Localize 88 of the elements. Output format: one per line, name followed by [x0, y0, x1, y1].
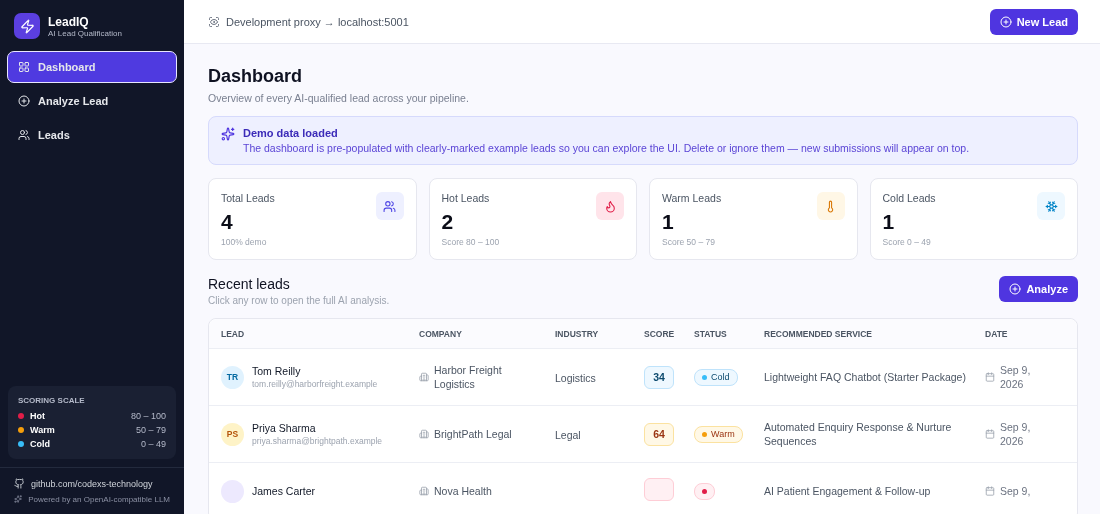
lead-name: Tom Reilly [252, 365, 302, 377]
page-title: Dashboard [208, 66, 304, 87]
lead-email: priya.sharma@brightpath.example [252, 436, 383, 446]
plus-circle-icon [1009, 283, 1022, 295]
new-lead-button[interactable]: New Lead [989, 8, 1078, 35]
service-cell-text: Automated Enquiry Response & Nurture Sequences [764, 420, 953, 448]
github-icon [14, 478, 25, 489]
scale-range: 50 – 79 [135, 425, 166, 435]
score-badge: 64 [644, 422, 674, 446]
stat-value: 1 [662, 210, 675, 234]
lead-name: James Carter [252, 485, 315, 497]
analyze-button[interactable]: Analyze [999, 276, 1078, 302]
users-icon [375, 192, 404, 220]
date-cell-text: Sep 9, [1000, 484, 1032, 498]
stat-value: 1 [882, 210, 896, 234]
plus-circle-icon [999, 15, 1012, 28]
scale-label: Cold [30, 439, 51, 449]
github-link[interactable]: github.com/codexs-technology [31, 478, 153, 489]
nav-item[interactable]: Leads [7, 119, 177, 151]
date-cell-text: Sep 9, 2026 [1000, 363, 1032, 391]
scale-range: 0 – 49 [140, 439, 166, 449]
column-header: INDUSTRY [555, 328, 600, 339]
proxy-label: Development proxy → localhost:5001 [226, 15, 409, 28]
industry-cell: Logistics [555, 372, 596, 384]
lead-name: Priya Sharma [252, 422, 317, 434]
nav-item[interactable]: Analyze Lead [7, 85, 177, 117]
nav-item[interactable]: Dashboard [7, 51, 177, 83]
service-cell: Lightweight FAQ Chatbot (Starter Package) [764, 370, 966, 384]
stat-label: Total Leads [221, 192, 275, 204]
brand-name: LeadIQ [48, 14, 89, 29]
section-title: Recent leads [208, 276, 291, 292]
lead-email: tom.reilly@harborfreight.example [252, 379, 378, 389]
brand-tagline: AI Lead Qualification [48, 28, 122, 38]
column-header: RECOMMENDED SERVICE [764, 328, 873, 339]
sparkle-icon [221, 127, 235, 141]
section-subtitle: Click any row to open the full AI analysis. [208, 295, 390, 306]
sparkle-icon [14, 494, 23, 504]
lead-row[interactable]: TR Tom Reilly tom.reilly@harborfreight.example Harbor Freight Logistics Logistics 34 Cold Lightweight FAQ Chatbot (Starter Package) Sep 9, 2026 [209, 349, 1077, 406]
stat-note: Score 0 – 49 [882, 237, 932, 247]
avatar: PS [221, 422, 244, 446]
lead-row[interactable]: PS Priya Sharma priya.sharma@brightpath.example BrightPath Legal Legal 64 Warm Automated Enquiry Response & Nurture Sequences Sep 9, 2026 [209, 406, 1077, 463]
flame-icon [596, 192, 624, 220]
calendar-icon [985, 429, 995, 439]
column-header: DATE [985, 328, 1009, 339]
date-cell-text: Sep 9, 2026 [1000, 420, 1032, 448]
column-header: LEAD [221, 328, 246, 339]
column-header: STATUS [694, 328, 728, 339]
scale-label: Hot [30, 411, 46, 421]
scale-label: Warm [30, 425, 56, 435]
bolt-logo-icon [14, 13, 40, 39]
page-subtitle: Overview of every AI-qualified lead across your pipeline. [208, 92, 470, 104]
column-header: COMPANY [419, 328, 463, 339]
stat-value: 4 [221, 210, 234, 234]
stat-note: Score 80 – 100 [441, 237, 500, 247]
company-cell-text: Harbor Freight Logistics [434, 363, 503, 391]
stat-note: 100% demo [221, 237, 268, 247]
notice-text: The dashboard is pre-populated with clearly-marked example leads so you can explore the UI. Delete or ignore them — new submissions will appear on top. [243, 142, 970, 154]
plus-circle-icon [18, 95, 30, 107]
company-cell: Nova Health [434, 484, 492, 498]
stat-label: Hot Leads [441, 192, 491, 204]
users-icon [18, 129, 30, 141]
building-icon [419, 429, 429, 439]
proxy-icon [208, 15, 220, 28]
scale-range: 80 – 100 [130, 411, 166, 421]
notice-title: Demo data loaded [243, 127, 339, 139]
snowflake-icon [1037, 192, 1065, 220]
stat-label: Warm Leads [662, 192, 722, 204]
status-badge: Cold [694, 368, 738, 386]
thermometer-icon [816, 192, 845, 220]
powered-note: Powered by an OpenAI-compatible LLM [28, 494, 170, 504]
stat-value: 2 [441, 210, 455, 234]
stat-label: Cold Leads [882, 192, 936, 204]
status-badge [694, 482, 715, 500]
service-cell: AI Patient Engagement & Follow-up [764, 484, 931, 498]
status-badge: Warm [694, 425, 743, 443]
column-header: SCORE [644, 328, 676, 339]
company-cell: BrightPath Legal [434, 427, 512, 441]
industry-cell: Legal [555, 429, 581, 441]
stat-note: Score 50 – 79 [662, 237, 716, 247]
building-icon [419, 372, 429, 382]
calendar-icon [985, 372, 995, 382]
calendar-icon [985, 486, 995, 496]
score-badge: 34 [644, 365, 674, 389]
grid-icon [18, 61, 30, 73]
building-icon [419, 486, 429, 496]
lead-row[interactable]: James Carter Nova Health AI Patient Engagement & Follow-up Sep 9, [209, 463, 1077, 514]
scale-title: SCORING SCALE [18, 396, 86, 405]
avatar: TR [221, 365, 244, 389]
